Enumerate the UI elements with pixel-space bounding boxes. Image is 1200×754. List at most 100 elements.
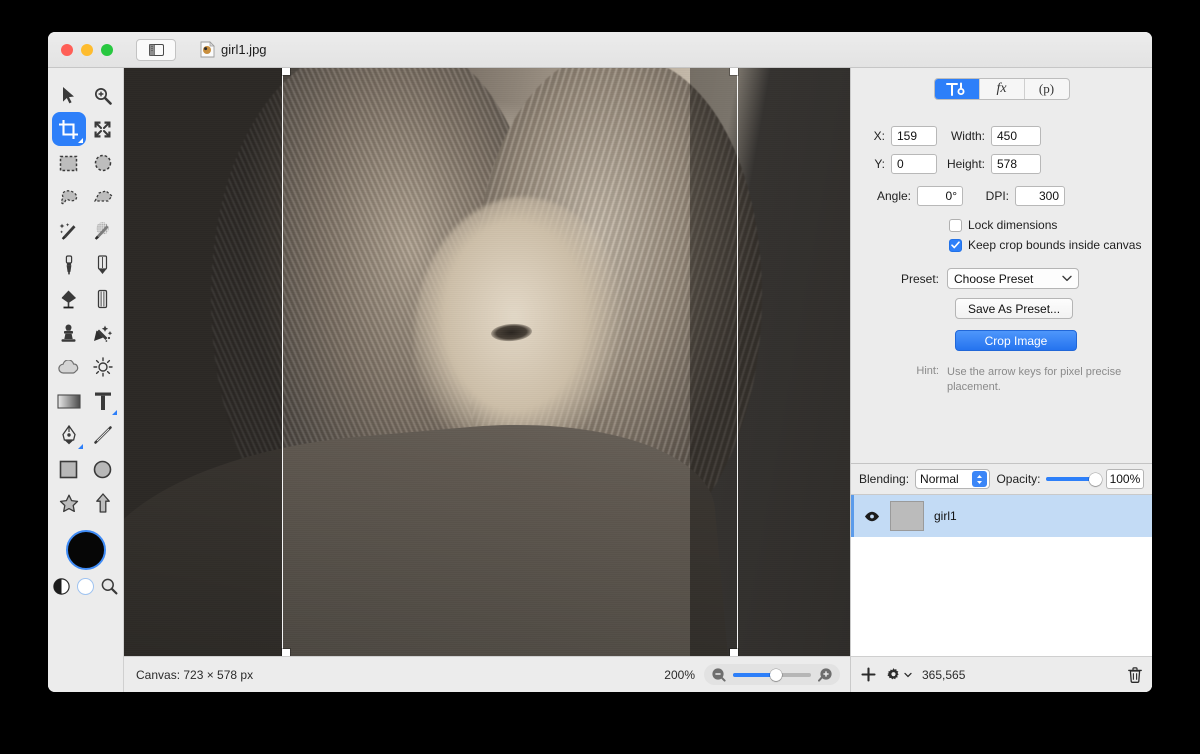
preset-row: Preset: Choose Preset: [851, 268, 1152, 289]
move-tool[interactable]: [52, 78, 86, 112]
field-row-angle-dpi: Angle: 0° DPI: 300: [865, 186, 1138, 206]
opacity-slider-knob[interactable]: [1088, 472, 1102, 486]
y-input[interactable]: 0: [891, 154, 937, 174]
transform-tool[interactable]: [86, 112, 120, 146]
blending-dropdown[interactable]: Normal: [915, 469, 991, 489]
height-input[interactable]: 578: [991, 154, 1041, 174]
zoom-tool[interactable]: [86, 78, 120, 112]
polygon-select-tool[interactable]: [86, 180, 120, 214]
lock-dimensions-checkbox[interactable]: [949, 218, 962, 232]
smudge-tool[interactable]: [86, 316, 120, 350]
eye-icon[interactable]: [864, 511, 880, 522]
crop-dim-left: [124, 68, 283, 656]
save-as-preset-button[interactable]: Save As Preset...: [955, 298, 1074, 319]
zoom-slider-group[interactable]: [704, 664, 840, 685]
square-icon: [59, 460, 78, 478]
blending-stepper-icon[interactable]: [972, 471, 988, 487]
zoom-button[interactable]: [101, 43, 113, 56]
sidebar-toggle-button[interactable]: [136, 38, 176, 61]
loupe-icon[interactable]: [101, 578, 118, 595]
opacity-slider[interactable]: [1046, 472, 1102, 486]
document-title: girl1.jpg: [221, 42, 267, 57]
crop-image-button[interactable]: Crop Image: [955, 330, 1077, 351]
contrast-icon[interactable]: [53, 578, 70, 595]
lock-dimensions-row[interactable]: Lock dimensions: [949, 218, 1152, 232]
rectangular-select-tool[interactable]: [52, 146, 86, 180]
marquee-rect-icon: [59, 155, 78, 171]
close-button[interactable]: [61, 43, 73, 56]
text-t-icon: [94, 392, 111, 410]
layers-list[interactable]: girl1: [851, 495, 1152, 656]
magic-wand-tool[interactable]: [52, 214, 86, 248]
layer-name[interactable]: girl1: [934, 509, 957, 523]
star-shape-tool[interactable]: [52, 486, 86, 520]
crop-selection[interactable]: [282, 68, 738, 656]
rectangle-shape-tool[interactable]: [52, 452, 86, 486]
zoom-slider-knob[interactable]: [769, 668, 782, 681]
hint-text: Use the arrow keys for pixel precise pla…: [947, 366, 1122, 393]
polygon-lasso-icon: [93, 190, 113, 202]
layers-panel: Blending: Normal Opacity: 100% girl1 365…: [851, 463, 1152, 692]
arrow-shape-tool[interactable]: [86, 486, 120, 520]
paintbrush-tool[interactable]: [52, 248, 86, 282]
tab-presets[interactable]: (p): [1025, 79, 1069, 99]
paint-bucket-tool[interactable]: [52, 282, 86, 316]
color-swatch-area: [53, 530, 118, 595]
zoom-in-icon[interactable]: [818, 667, 833, 682]
lasso-select-tool[interactable]: [52, 180, 86, 214]
paint-bucket-icon: [61, 290, 76, 309]
zoom-slider[interactable]: [733, 668, 811, 681]
background-color-swatch[interactable]: [77, 578, 94, 595]
elliptical-select-tool[interactable]: [86, 146, 120, 180]
crop-handle-bottom-right[interactable]: [730, 649, 738, 656]
dither-wand-tool[interactable]: [86, 214, 120, 248]
hint-row: Hint: Use the arrow keys for pixel preci…: [851, 365, 1152, 395]
pencil-tool[interactable]: [86, 248, 120, 282]
x-input[interactable]: 159: [891, 126, 937, 146]
tool-variant-indicator: [111, 410, 117, 415]
crop-handle-top-left[interactable]: [282, 68, 290, 75]
keep-bounds-checkbox[interactable]: [949, 238, 962, 252]
layer-settings-button[interactable]: [886, 667, 912, 682]
brightness-tool[interactable]: [86, 350, 120, 384]
document-title-area: girl1.jpg: [200, 41, 267, 58]
minimize-button[interactable]: [81, 43, 93, 56]
dpi-input[interactable]: 300: [1015, 186, 1065, 206]
statusbar: Canvas: 723 × 578 px 200%: [124, 656, 850, 692]
keep-bounds-row[interactable]: Keep crop bounds inside canvas: [949, 238, 1152, 252]
zoom-controls: 200%: [664, 664, 840, 685]
zoom-out-icon[interactable]: [711, 667, 726, 682]
foreground-color-swatch[interactable]: [65, 530, 106, 570]
opacity-input[interactable]: 100%: [1105, 469, 1145, 489]
gradient-tool[interactable]: [52, 384, 86, 418]
gradient-icon: [56, 393, 81, 409]
crop-handle-top-right[interactable]: [730, 68, 738, 75]
blur-tool[interactable]: [52, 350, 86, 384]
crop-fields: X: 159 Width: 450 Y: 0 Height: 578 Angle…: [851, 126, 1152, 206]
width-input[interactable]: 450: [991, 126, 1041, 146]
tab-effects[interactable]: fx: [980, 79, 1025, 99]
plus-icon[interactable]: [861, 667, 876, 682]
preset-dropdown[interactable]: Choose Preset: [947, 268, 1079, 289]
crop-handle-bottom-left[interactable]: [282, 649, 290, 656]
tool-options-icon: [945, 82, 964, 96]
text-tool[interactable]: [86, 384, 120, 418]
angle-input[interactable]: 0°: [917, 186, 963, 206]
layer-row[interactable]: girl1: [851, 495, 1152, 537]
clone-stamp-icon: [61, 324, 76, 342]
crop-tool[interactable]: [51, 112, 86, 146]
canvas-stage[interactable]: [124, 68, 850, 656]
pen-tool[interactable]: [52, 418, 86, 452]
tab-tool-options[interactable]: [934, 79, 980, 99]
tool-variant-indicator: [77, 444, 83, 449]
sun-icon: [92, 357, 113, 377]
eraser-tool[interactable]: [86, 282, 120, 316]
sidebar-toggle-icon: [148, 43, 164, 56]
y-label: Y:: [874, 157, 885, 171]
line-tool[interactable]: [86, 418, 120, 452]
preset-label: Preset:: [900, 271, 939, 286]
trash-icon[interactable]: [1128, 666, 1142, 683]
ellipse-shape-tool[interactable]: [86, 452, 120, 486]
clone-stamp-tool[interactable]: [52, 316, 86, 350]
checkmark-icon: [951, 241, 960, 249]
